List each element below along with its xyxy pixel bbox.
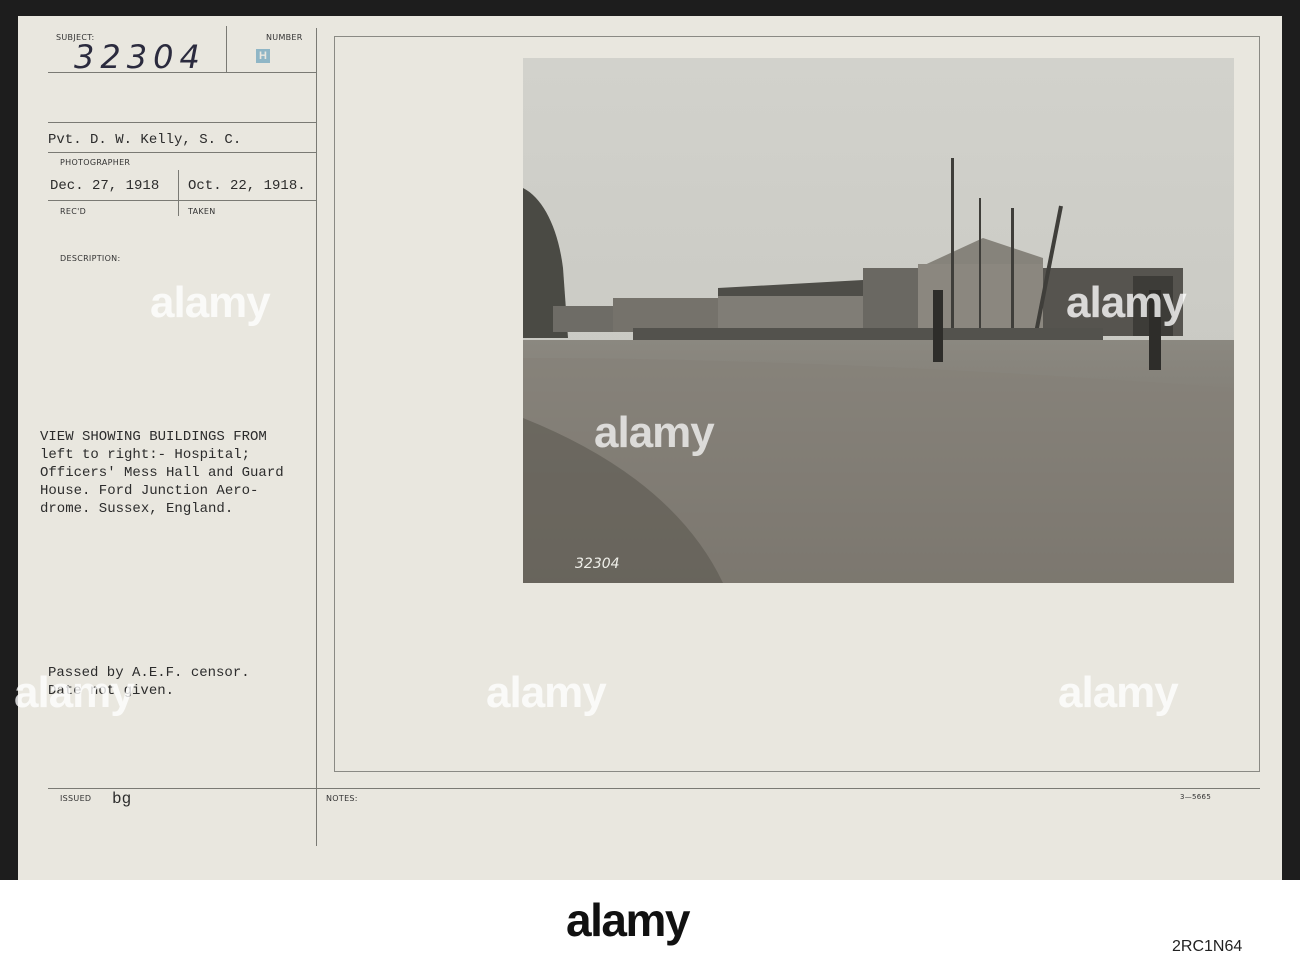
recd-date: Dec. 27, 1918: [50, 178, 160, 194]
watermark: alamy: [14, 668, 135, 717]
number-stamp-letter: H: [259, 50, 267, 62]
watermark: alamy: [486, 668, 607, 717]
description-line: House. Ford Junction Aero-: [40, 483, 259, 499]
number-divider: [226, 26, 227, 72]
photographer-label: PHOTOGRAPHER: [60, 158, 131, 167]
date-divider: [178, 170, 179, 216]
number-stamp: H: [256, 49, 270, 63]
issued-initials: bg: [112, 790, 132, 808]
archive-card: SUBJECT: NUMBER PHOTOGRAPHER REC'D TAKEN…: [14, 16, 1282, 880]
recd-label: REC'D: [60, 207, 87, 216]
taken-date: Oct. 22, 1918.: [188, 178, 306, 194]
notes-label: NOTES:: [326, 794, 358, 803]
description-line: left to right:- Hospital;: [40, 447, 251, 463]
taken-label: TAKEN: [188, 207, 216, 216]
image-id: 2RC1N64: [1172, 938, 1243, 955]
photo-caption-number: 32304: [575, 556, 620, 572]
description-label: DESCRIPTION:: [60, 254, 121, 263]
watermark: alamy: [1058, 668, 1179, 717]
description-line: Officers' Mess Hall and Guard: [40, 465, 284, 481]
form-code: 3—5665: [1180, 793, 1212, 801]
photographer-name: Pvt. D. W. Kelly, S. C.: [48, 132, 242, 148]
watermark: alamy: [594, 408, 715, 457]
description-line: VIEW SHOWING BUILDINGS FROM: [40, 429, 267, 445]
alamy-logo: alamy: [566, 894, 690, 946]
footer-rule: [48, 788, 1260, 789]
description-line: drome. Sussex, England.: [40, 501, 234, 517]
subject-number: 32304: [74, 38, 206, 76]
description-text: VIEW SHOWING BUILDINGS FROM left to righ…: [40, 428, 284, 518]
issued-label: ISSUED: [60, 794, 92, 803]
watermark: alamy: [150, 278, 271, 327]
dates-underline: [48, 200, 316, 201]
watermark: alamy: [1066, 278, 1187, 327]
photographer-topline: [48, 122, 316, 123]
left-column-divider: [316, 28, 317, 846]
number-label: NUMBER: [266, 33, 303, 42]
photographer-underline: [48, 152, 316, 153]
